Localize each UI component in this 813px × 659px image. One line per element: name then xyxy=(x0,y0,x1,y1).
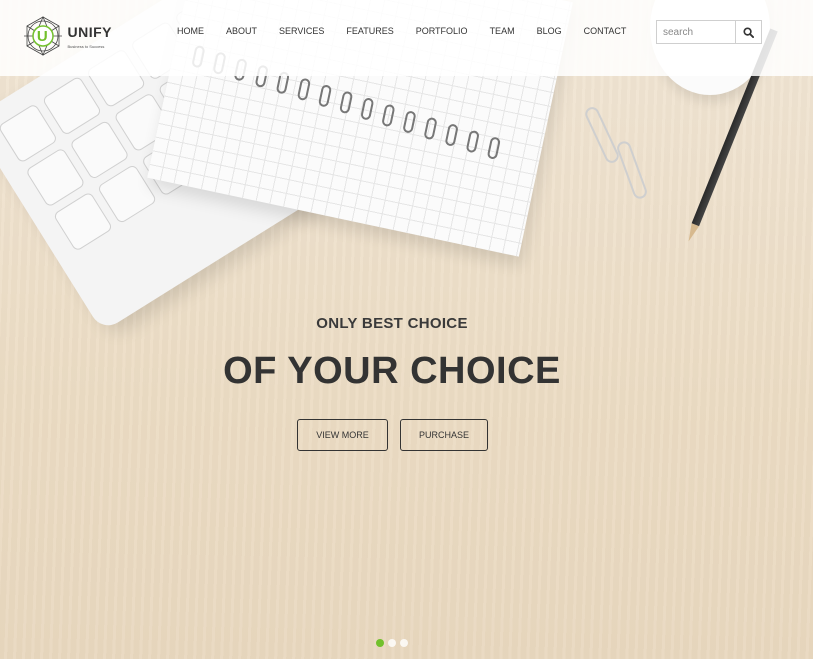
main-nav: HOME ABOUT SERVICES FEATURES PORTFOLIO T… xyxy=(177,26,648,36)
slider-dot-3[interactable] xyxy=(400,639,408,647)
logo-title: UNIFY xyxy=(67,23,112,40)
nav-item-team[interactable]: TEAM xyxy=(490,26,515,36)
search-box xyxy=(656,20,762,44)
nav-item-portfolio[interactable]: PORTFOLIO xyxy=(416,26,468,36)
slider-dot-2[interactable] xyxy=(388,639,396,647)
hero-subtitle: ONLY BEST CHOICE xyxy=(316,315,468,332)
purchase-button[interactable]: PURCHASE xyxy=(400,419,488,451)
slider-pagination xyxy=(376,639,412,647)
slider-dot-1[interactable] xyxy=(376,639,384,647)
logo-tagline: Business to Success xyxy=(67,43,105,49)
site-header: U UNIFY Business to Success HOME ABOUT S… xyxy=(0,0,813,76)
nav-item-contact[interactable]: CONTACT xyxy=(584,26,627,36)
logo[interactable]: U UNIFY Business to Success xyxy=(22,14,112,58)
logo-emblem-icon: U xyxy=(22,15,63,57)
logo-letter: U xyxy=(36,27,48,45)
nav-item-about[interactable]: ABOUT xyxy=(226,26,257,36)
hero-title: OF YOUR CHOICE xyxy=(223,350,561,392)
nav-item-services[interactable]: SERVICES xyxy=(279,26,324,36)
view-more-button[interactable]: VIEW MORE xyxy=(297,419,388,451)
search-button[interactable] xyxy=(735,21,761,43)
paperclip-image xyxy=(582,104,622,166)
search-input[interactable] xyxy=(657,21,735,43)
nav-item-features[interactable]: FEATURES xyxy=(346,26,393,36)
logo-text: UNIFY Business to Success xyxy=(68,24,113,49)
search-icon xyxy=(743,26,754,38)
nav-item-home[interactable]: HOME xyxy=(177,26,204,36)
nav-item-blog[interactable]: BLOG xyxy=(537,26,562,36)
paperclip-image xyxy=(615,139,649,201)
